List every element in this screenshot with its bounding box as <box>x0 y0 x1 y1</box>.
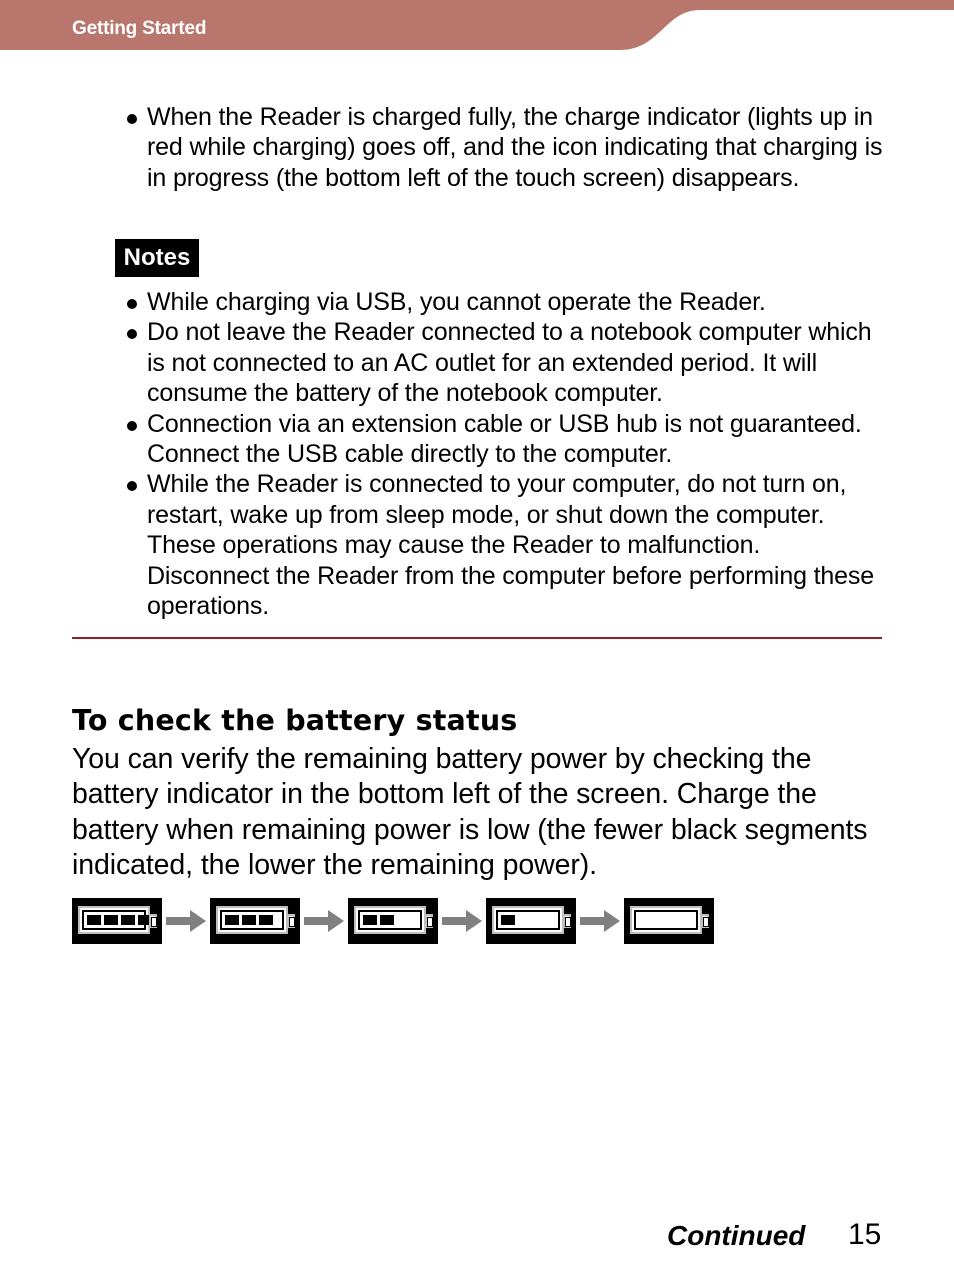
battery-shell <box>630 906 702 934</box>
battery-terminal <box>149 914 157 928</box>
bullet-icon <box>127 329 137 340</box>
battery-half-icon <box>348 898 438 944</box>
battery-level <box>220 910 284 930</box>
arrow-right-icon <box>162 898 210 944</box>
battery-level <box>82 910 152 930</box>
arrow-right-icon <box>576 898 624 944</box>
battery-shell <box>492 906 564 934</box>
battery-terminal <box>425 914 433 928</box>
battery-segment <box>242 915 256 925</box>
battery-shell <box>216 906 288 934</box>
arrow-right-icon <box>300 898 348 944</box>
battery-section-body: You can verify the remaining battery pow… <box>72 743 868 881</box>
battery-segment <box>225 915 239 925</box>
battery-segment <box>501 915 515 925</box>
page-header: Getting Started <box>0 0 954 50</box>
bullet-icon <box>127 299 137 309</box>
battery-terminal <box>287 914 295 928</box>
continued-label: Continued <box>667 1220 806 1251</box>
list-item: Connection via an extension cable or USB… <box>125 409 885 470</box>
battery-segment <box>121 915 135 925</box>
list-item: While the Reader is connected to your co… <box>125 469 885 621</box>
list-item: Do not leave the Reader connected to a n… <box>125 317 885 408</box>
battery-empty-icon <box>624 898 714 944</box>
section-divider <box>72 637 882 639</box>
battery-three-quarter-icon <box>210 898 300 944</box>
battery-level <box>496 910 560 930</box>
arrow-right-icon <box>438 898 486 944</box>
section-title-label: Getting Started <box>72 18 207 39</box>
battery-segment <box>104 915 118 925</box>
list-item: While charging via USB, you cannot opera… <box>125 287 885 317</box>
battery-full-icon <box>72 898 162 944</box>
battery-indicator-sequence <box>72 898 714 944</box>
intro-bullet-list: When the Reader is charged fully, the ch… <box>125 102 885 193</box>
battery-segment <box>259 915 273 925</box>
battery-level <box>634 910 698 930</box>
battery-section-heading: To check the battery status <box>72 704 518 737</box>
battery-terminal <box>701 914 709 928</box>
battery-shell <box>354 906 426 934</box>
bullet-icon <box>127 481 137 492</box>
notes-list: While charging via USB, you cannot opera… <box>125 287 885 621</box>
notes-badge: Notes <box>115 239 199 277</box>
page-number: 15 <box>848 1218 882 1251</box>
battery-low-icon <box>486 898 576 944</box>
battery-terminal <box>563 914 571 928</box>
battery-segment <box>87 915 101 925</box>
list-item: When the Reader is charged fully, the ch… <box>125 102 885 193</box>
bullet-icon <box>127 114 137 124</box>
battery-level <box>358 910 422 930</box>
battery-shell <box>78 906 152 934</box>
bullet-icon <box>127 420 137 431</box>
battery-segment <box>363 915 377 925</box>
battery-segment <box>380 915 394 925</box>
